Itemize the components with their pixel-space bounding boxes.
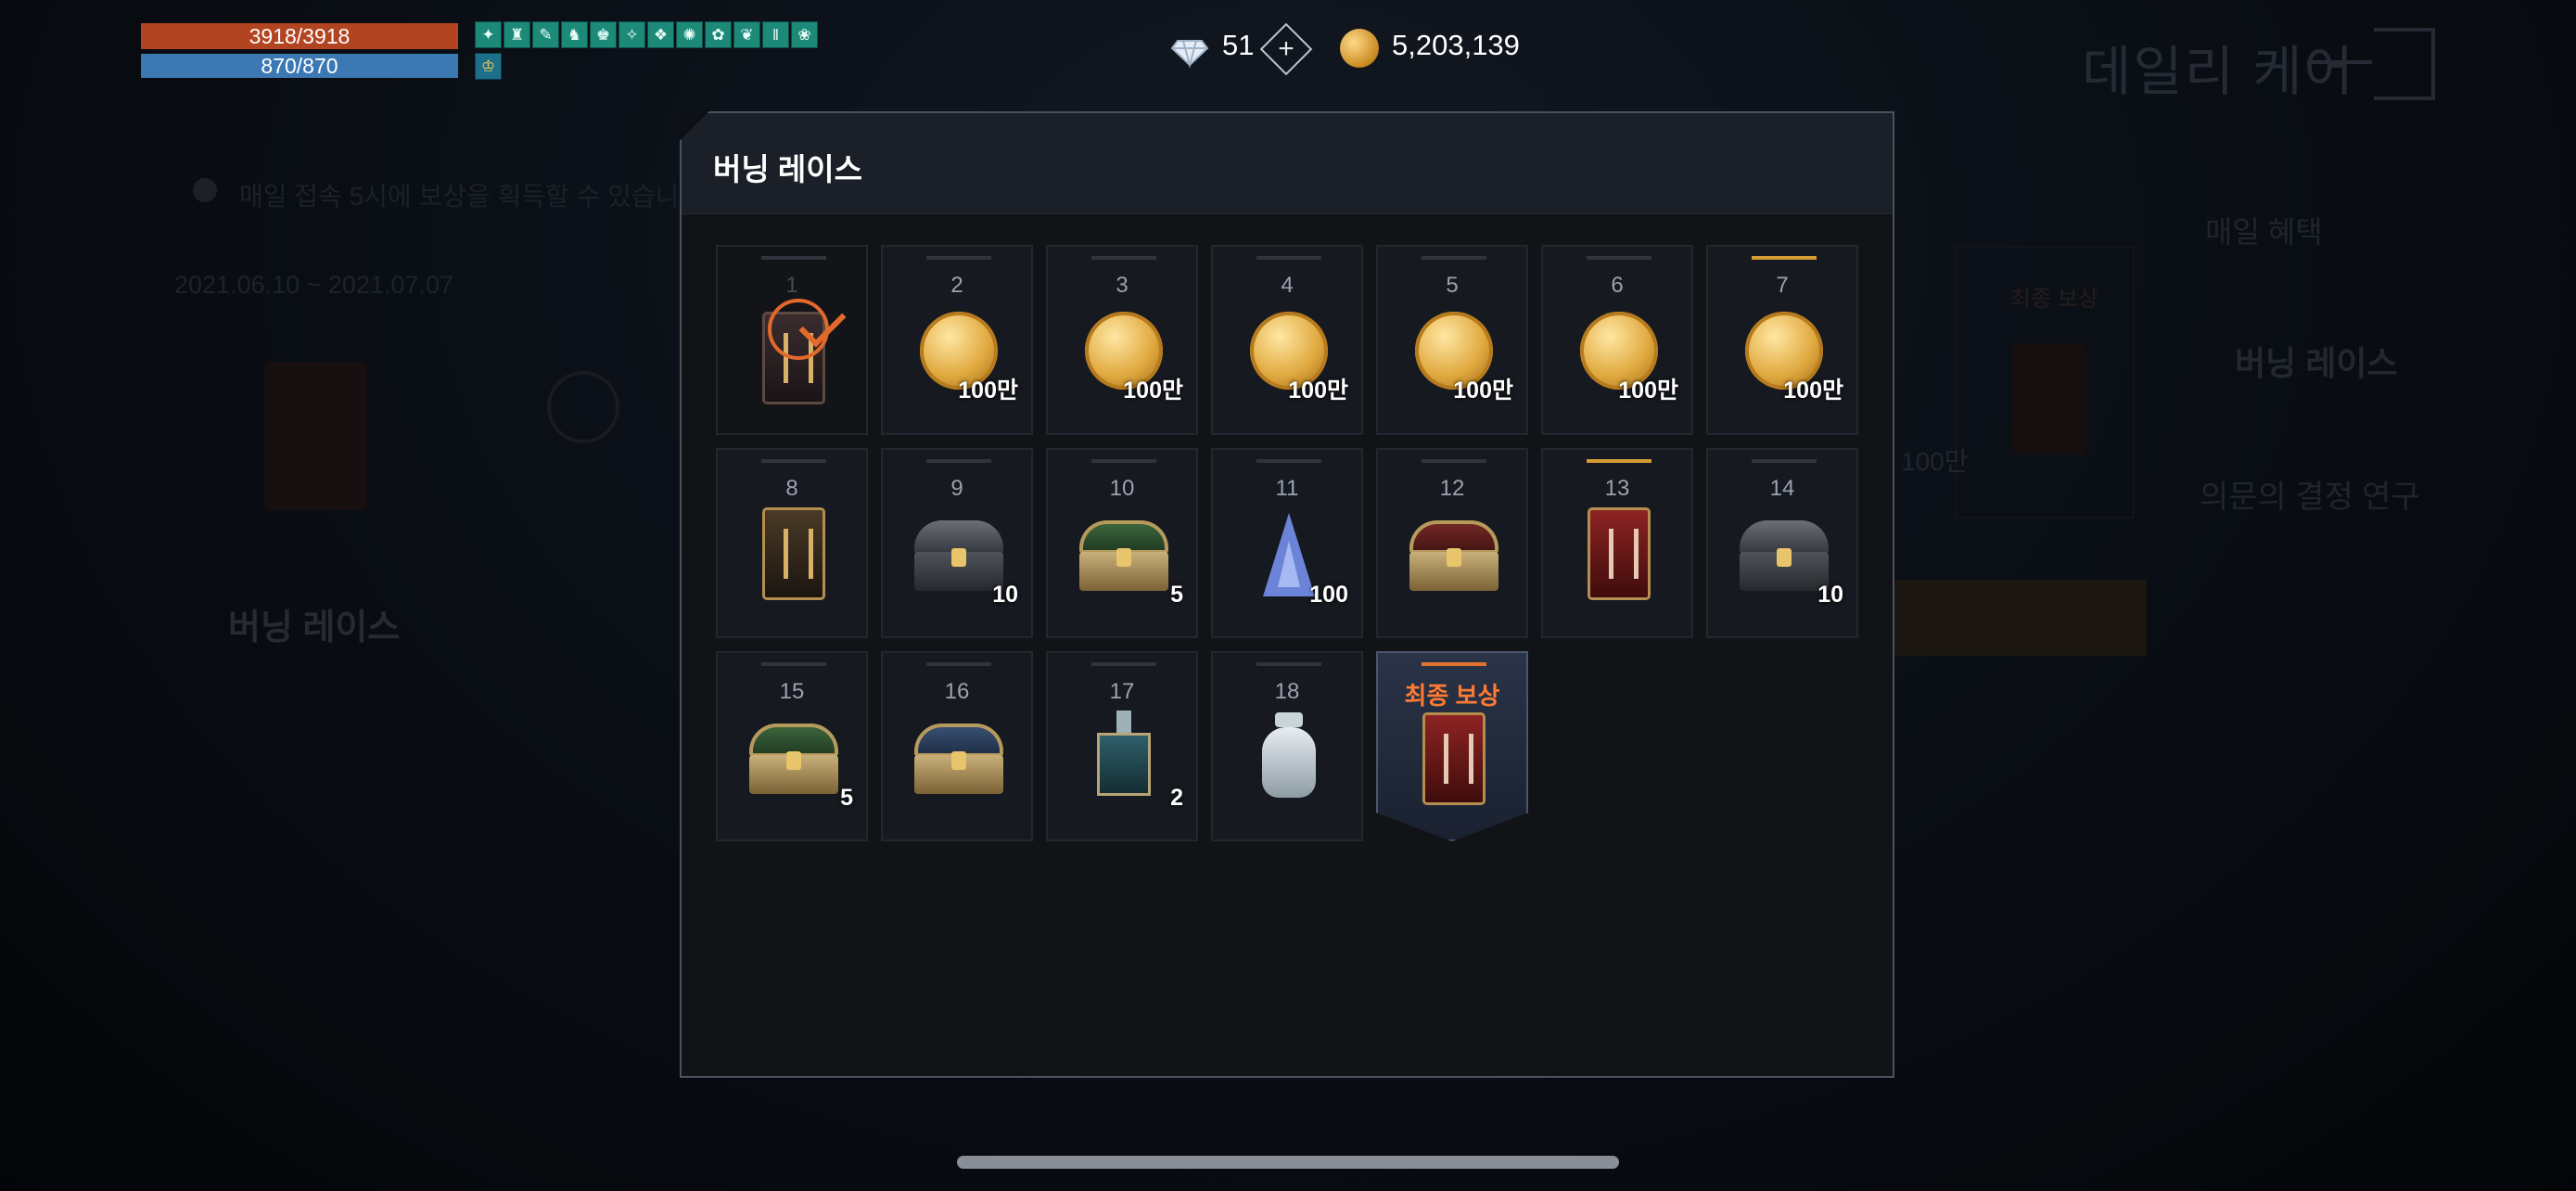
- gem-count: 51: [1222, 29, 1255, 61]
- reward-quantity: 100: [1309, 582, 1348, 608]
- plus-icon: +: [1278, 33, 1294, 64]
- buff-icon: ✧: [618, 21, 645, 48]
- iron-chest-icon: [1738, 507, 1830, 600]
- reward-cell-day-17[interactable]: 17 2: [1046, 651, 1198, 841]
- reward-day-number: 9: [950, 476, 963, 501]
- reward-cell-day-3[interactable]: 3 100만: [1046, 245, 1198, 435]
- reward-cell-day-5[interactable]: 5 100만: [1376, 245, 1528, 435]
- red-chest-icon: [1408, 507, 1500, 600]
- reward-cell-day-8[interactable]: 8: [716, 448, 868, 638]
- reward-cell-day-6[interactable]: 6 100만: [1541, 245, 1693, 435]
- final-reward-label: 최종 보상: [1404, 682, 1500, 710]
- reward-day-number: 15: [779, 679, 805, 704]
- reward-day-number: 6: [1611, 273, 1624, 298]
- reward-cell-day-14[interactable]: 14 10: [1706, 448, 1858, 638]
- reward-day-number: 4: [1281, 273, 1294, 298]
- potion-icon: [1078, 711, 1170, 803]
- final-reward-cell[interactable]: 최종 보상: [1376, 651, 1528, 841]
- reward-day-number: 17: [1109, 679, 1135, 704]
- reward-quantity: 100만: [958, 378, 1018, 403]
- buff-icon: ✎: [532, 21, 559, 48]
- reward-day-number: 7: [1776, 273, 1789, 298]
- reward-quantity: 100만: [1618, 378, 1678, 403]
- reward-day-number: 13: [1604, 476, 1630, 501]
- gold-count: 5,203,139: [1392, 29, 1520, 61]
- reward-day-number: 14: [1769, 476, 1795, 501]
- reward-day-number: 11: [1275, 476, 1299, 501]
- reward-day-number: 3: [1116, 273, 1129, 298]
- buff-list: ✦ ♜ ✎ ♞ ♚ ✧ ❖ ✺ ✿ ❦ ‖ ❀: [475, 21, 818, 48]
- reward-quantity: 100만: [1453, 378, 1513, 403]
- reward-day-number: 16: [944, 679, 970, 704]
- reward-cell-day-9[interactable]: 9 10: [881, 448, 1033, 638]
- green-chest-icon: [747, 711, 840, 803]
- reward-quantity: 100만: [1123, 378, 1183, 403]
- reward-cell-day-11[interactable]: 11 100: [1211, 448, 1363, 638]
- reward-cell-day-16[interactable]: 16: [881, 651, 1033, 841]
- reward-quantity: 2: [1170, 785, 1183, 811]
- reward-quantity: 5: [1170, 582, 1183, 608]
- reward-quantity: 100만: [1288, 378, 1348, 403]
- buff-icon: ❦: [733, 21, 760, 48]
- buff-icon: ♚: [590, 21, 617, 48]
- reward-day-number: 2: [950, 273, 963, 298]
- red-card-icon: [1573, 507, 1665, 600]
- reward-cell-day-18[interactable]: 18: [1211, 651, 1363, 841]
- diamond-icon: [1170, 40, 1209, 69]
- mp-bar: 870/870: [141, 54, 458, 78]
- reward-day-number: 5: [1446, 273, 1459, 298]
- card-icon: [747, 507, 840, 600]
- buff-icon: ✺: [676, 21, 703, 48]
- burning-race-modal: 버닝 레이스 1 2 100만 3 100만 4 100만 5 100만 6 1…: [680, 111, 1894, 1078]
- reward-cell-day-4[interactable]: 4 100만: [1211, 245, 1363, 435]
- modal-title: 버닝 레이스: [713, 152, 862, 186]
- buff-icon: ♞: [561, 21, 588, 48]
- reward-cell-day-1[interactable]: 1: [716, 245, 868, 435]
- home-indicator[interactable]: [957, 1156, 1619, 1169]
- reward-day-number: 12: [1439, 476, 1465, 501]
- buff-icon: ❀: [791, 21, 818, 48]
- reward-quantity: 10: [1817, 582, 1843, 608]
- jar-icon: [1243, 711, 1335, 803]
- buff-icon: ♔: [475, 53, 502, 80]
- gold-coin-icon: [1340, 29, 1379, 68]
- buff-icon: ‖: [762, 21, 789, 48]
- claimed-check-icon: [768, 299, 847, 360]
- blue-chest-icon: [912, 711, 1005, 803]
- reward-cell-day-2[interactable]: 2 100만: [881, 245, 1033, 435]
- iron-chest-icon: [912, 507, 1005, 600]
- green-chest-icon: [1078, 507, 1170, 600]
- reward-cell-day-12[interactable]: 12: [1376, 448, 1528, 638]
- buff-icon: ♜: [504, 21, 530, 48]
- reward-cell-day-13[interactable]: 13: [1541, 448, 1693, 638]
- reward-cell-day-7[interactable]: 7 100만: [1706, 245, 1858, 435]
- reward-quantity: 10: [992, 582, 1018, 608]
- reward-day-number: 8: [785, 476, 798, 501]
- final-card-icon: [1422, 712, 1486, 805]
- buff-icon: ✿: [705, 21, 732, 48]
- reward-quantity: 100만: [1783, 378, 1843, 403]
- buff-icon: ❖: [647, 21, 674, 48]
- reward-cell-day-10[interactable]: 10 5: [1046, 448, 1198, 638]
- reward-day-number: 18: [1274, 679, 1300, 704]
- modal-header: 버닝 레이스: [682, 113, 1893, 214]
- reward-day-number: 1: [785, 273, 798, 298]
- card-icon: [747, 299, 847, 404]
- reward-quantity: 5: [840, 785, 853, 811]
- reward-day-number: 10: [1109, 476, 1135, 501]
- hp-bar: 3918/3918: [141, 23, 458, 49]
- reward-cell-day-15[interactable]: 15 5: [716, 651, 868, 841]
- buff-icon: ✦: [475, 21, 502, 48]
